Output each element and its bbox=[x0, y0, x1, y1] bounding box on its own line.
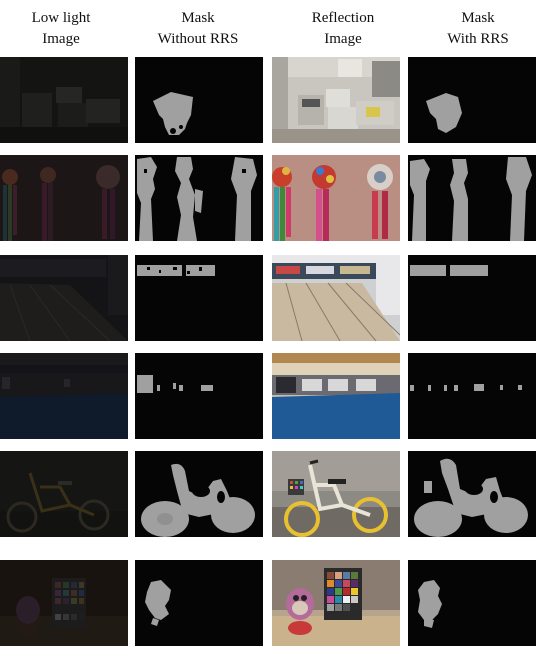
row5-mask-with-rrs bbox=[408, 451, 536, 537]
header-mask-without-rrs: Mask Without RRS bbox=[133, 8, 263, 50]
row6-mask-with-rrs bbox=[408, 560, 536, 646]
row1-mask-with-rrs bbox=[408, 57, 536, 143]
row5-mask-without-rrs bbox=[135, 451, 263, 537]
row2-reflection-image bbox=[272, 155, 400, 241]
row3-low-light-image bbox=[0, 255, 128, 341]
header-reflection-image: Reflection Image bbox=[278, 8, 408, 50]
row4-mask-with-rrs bbox=[408, 353, 536, 439]
row4-low-light-image bbox=[0, 353, 128, 439]
header-line: Image bbox=[324, 31, 362, 47]
row4-reflection-image bbox=[272, 353, 400, 439]
header-line: Mask bbox=[461, 10, 495, 26]
header-line: Image bbox=[42, 31, 80, 47]
header-low-light-image: Low light Image bbox=[0, 8, 126, 50]
row1-low-light-image bbox=[0, 57, 128, 143]
row5-low-light-image bbox=[0, 451, 128, 537]
row6-reflection-image bbox=[272, 560, 400, 646]
header-line: Low light bbox=[31, 10, 91, 26]
row3-mask-without-rrs bbox=[135, 255, 263, 341]
row5-reflection-image bbox=[272, 451, 400, 537]
row3-mask-with-rrs bbox=[408, 255, 536, 341]
row6-low-light-image bbox=[0, 560, 128, 646]
row2-low-light-image bbox=[0, 155, 128, 241]
row6-mask-without-rrs bbox=[135, 560, 263, 646]
header-mask-with-rrs: Mask With RRS bbox=[413, 8, 540, 50]
header-line: With RRS bbox=[447, 31, 509, 47]
header-line: Reflection bbox=[311, 10, 375, 26]
row2-mask-without-rrs bbox=[135, 155, 263, 241]
row1-reflection-image bbox=[272, 57, 400, 143]
row4-mask-without-rrs bbox=[135, 353, 263, 439]
header-line: Without RRS bbox=[157, 31, 239, 47]
row3-reflection-image bbox=[272, 255, 400, 341]
header-line: Mask bbox=[181, 10, 215, 26]
row2-mask-with-rrs bbox=[408, 155, 536, 241]
row1-mask-without-rrs bbox=[135, 57, 263, 143]
